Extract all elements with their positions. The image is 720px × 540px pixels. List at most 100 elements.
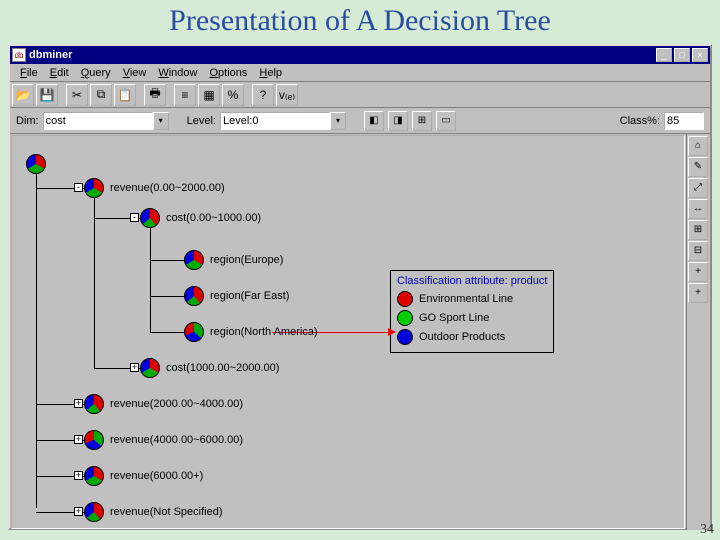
node-label: region(Europe) bbox=[210, 254, 283, 266]
expand-icon[interactable]: + bbox=[74, 399, 83, 408]
dim-combo[interactable] bbox=[43, 112, 153, 130]
side-tool-3[interactable]: ↔ bbox=[688, 199, 708, 219]
menu-view[interactable]: View bbox=[117, 67, 153, 79]
maximize-button[interactable]: □ bbox=[674, 48, 690, 62]
window-title: dbminer bbox=[29, 49, 72, 61]
app-icon: db bbox=[12, 48, 26, 62]
print-icon[interactable]: 🖶 bbox=[144, 84, 166, 106]
main-area: Classification attribute: product Enviro… bbox=[10, 134, 710, 530]
view3-icon[interactable]: v₍ₑ₎ bbox=[276, 84, 298, 106]
pie-chart-icon bbox=[26, 154, 46, 174]
dim-combo-dropdown[interactable]: ▾ bbox=[153, 112, 169, 130]
tree-connector bbox=[150, 332, 184, 333]
view-list-icon[interactable]: ≡ bbox=[174, 84, 196, 106]
tree-connector bbox=[150, 296, 184, 297]
tree-node-revns[interactable]: revenue(Not Specified) bbox=[84, 502, 223, 522]
param-btn-d[interactable]: ▭ bbox=[436, 111, 456, 131]
tree-node-cost1[interactable]: cost(1000.00~2000.00) bbox=[140, 358, 279, 378]
pie-chart-icon bbox=[84, 394, 104, 414]
tree-connector bbox=[150, 228, 151, 332]
legend-label-1: GO Sport Line bbox=[419, 312, 489, 324]
pie-chart-icon bbox=[84, 502, 104, 522]
page-number: 34 bbox=[700, 522, 714, 538]
class-label: Class%: bbox=[620, 115, 660, 127]
param-btn-b[interactable]: ◨ bbox=[388, 111, 408, 131]
node-label: region(North America) bbox=[210, 326, 318, 338]
menu-window[interactable]: Window bbox=[152, 67, 203, 79]
expand-icon[interactable]: + bbox=[74, 471, 83, 480]
tree-node-root[interactable] bbox=[26, 154, 46, 174]
pie-chart-icon bbox=[84, 178, 104, 198]
node-label: cost(1000.00~2000.00) bbox=[166, 362, 279, 374]
tree-node-fe[interactable]: region(Far East) bbox=[184, 286, 289, 306]
node-label: revenue(Not Specified) bbox=[110, 506, 223, 518]
side-tool-4[interactable]: ⊞ bbox=[688, 220, 708, 240]
tree-canvas[interactable]: Classification attribute: product Enviro… bbox=[11, 135, 685, 529]
level-combo-dropdown[interactable]: ▾ bbox=[330, 112, 346, 130]
side-tool-1[interactable]: ✎ bbox=[688, 157, 708, 177]
legend-title: Classification attribute: product bbox=[397, 275, 547, 287]
tree-node-na[interactable]: region(North America) bbox=[184, 322, 318, 342]
param-btn-c[interactable]: ⊞ bbox=[412, 111, 432, 131]
legend-label-0: Environmental Line bbox=[419, 293, 513, 305]
paste-icon[interactable]: 📋 bbox=[114, 84, 136, 106]
collapse-icon[interactable]: - bbox=[74, 183, 83, 192]
class-input[interactable] bbox=[664, 112, 704, 130]
tree-node-rev2[interactable]: revenue(2000.00~4000.00) bbox=[84, 394, 243, 414]
view-grid-icon[interactable]: ▦ bbox=[198, 84, 220, 106]
tree-node-rev4[interactable]: revenue(4000.00~6000.00) bbox=[84, 430, 243, 450]
legend-box: Classification attribute: product Enviro… bbox=[390, 270, 554, 353]
param-bar: Dim: ▾ Level: ▾ ◧ ◨ ⊞ ▭ Class%: bbox=[10, 108, 710, 134]
collapse-icon[interactable]: - bbox=[130, 213, 139, 222]
menu-bar: File Edit Query View Window Options Help bbox=[10, 64, 710, 82]
legend-swatch-green bbox=[397, 310, 413, 326]
minimize-button[interactable]: _ bbox=[656, 48, 672, 62]
side-toolbar: ⌂✎⤢↔⊞⊟++ bbox=[686, 134, 710, 530]
node-label: revenue(2000.00~4000.00) bbox=[110, 398, 243, 410]
slide-title: Presentation of A Decision Tree bbox=[0, 0, 720, 44]
tree-connector bbox=[94, 198, 95, 368]
close-button[interactable]: × bbox=[692, 48, 708, 62]
pie-chart-icon bbox=[184, 250, 204, 270]
menu-help[interactable]: Help bbox=[253, 67, 288, 79]
level-combo[interactable] bbox=[220, 112, 330, 130]
cut-icon[interactable]: ✂ bbox=[66, 84, 88, 106]
node-label: revenue(0.00~2000.00) bbox=[110, 182, 225, 194]
menu-file[interactable]: File bbox=[14, 67, 44, 79]
expand-icon[interactable]: + bbox=[74, 435, 83, 444]
dim-label: Dim: bbox=[16, 115, 39, 127]
pie-chart-icon bbox=[84, 466, 104, 486]
node-label: cost(0.00~1000.00) bbox=[166, 212, 261, 224]
expand-icon[interactable]: + bbox=[74, 507, 83, 516]
expand-icon[interactable]: + bbox=[130, 363, 139, 372]
pie-chart-icon bbox=[140, 358, 160, 378]
tree-connector bbox=[150, 260, 184, 261]
pie-chart-icon bbox=[184, 322, 204, 342]
help-icon[interactable]: ? bbox=[252, 84, 274, 106]
menu-query[interactable]: Query bbox=[75, 67, 117, 79]
tree-node-eu[interactable]: region(Europe) bbox=[184, 250, 283, 270]
legend-swatch-red bbox=[397, 291, 413, 307]
side-tool-6[interactable]: + bbox=[688, 262, 708, 282]
tree-node-rev6[interactable]: revenue(6000.00+) bbox=[84, 466, 203, 486]
pie-chart-icon bbox=[184, 286, 204, 306]
legend-item-2: Outdoor Products bbox=[397, 329, 547, 345]
save-icon[interactable]: 💾 bbox=[36, 84, 58, 106]
copy-icon[interactable]: ⧉ bbox=[90, 84, 112, 106]
side-tool-5[interactable]: ⊟ bbox=[688, 241, 708, 261]
node-label: revenue(4000.00~6000.00) bbox=[110, 434, 243, 446]
title-bar: db dbminer _ □ × bbox=[10, 46, 710, 64]
menu-edit[interactable]: Edit bbox=[44, 67, 75, 79]
side-tool-0[interactable]: ⌂ bbox=[688, 136, 708, 156]
chart-icon[interactable]: % bbox=[222, 84, 244, 106]
param-btn-a[interactable]: ◧ bbox=[364, 111, 384, 131]
open-icon[interactable]: 📂 bbox=[12, 84, 34, 106]
tree-node-cost0[interactable]: cost(0.00~1000.00) bbox=[140, 208, 261, 228]
side-tool-7[interactable]: + bbox=[688, 283, 708, 303]
legend-label-2: Outdoor Products bbox=[419, 331, 505, 343]
level-label: Level: bbox=[187, 115, 216, 127]
side-tool-2[interactable]: ⤢ bbox=[688, 178, 708, 198]
app-window: db dbminer _ □ × File Edit Query View Wi… bbox=[8, 44, 712, 530]
tree-node-rev0[interactable]: revenue(0.00~2000.00) bbox=[84, 178, 225, 198]
menu-options[interactable]: Options bbox=[203, 67, 253, 79]
